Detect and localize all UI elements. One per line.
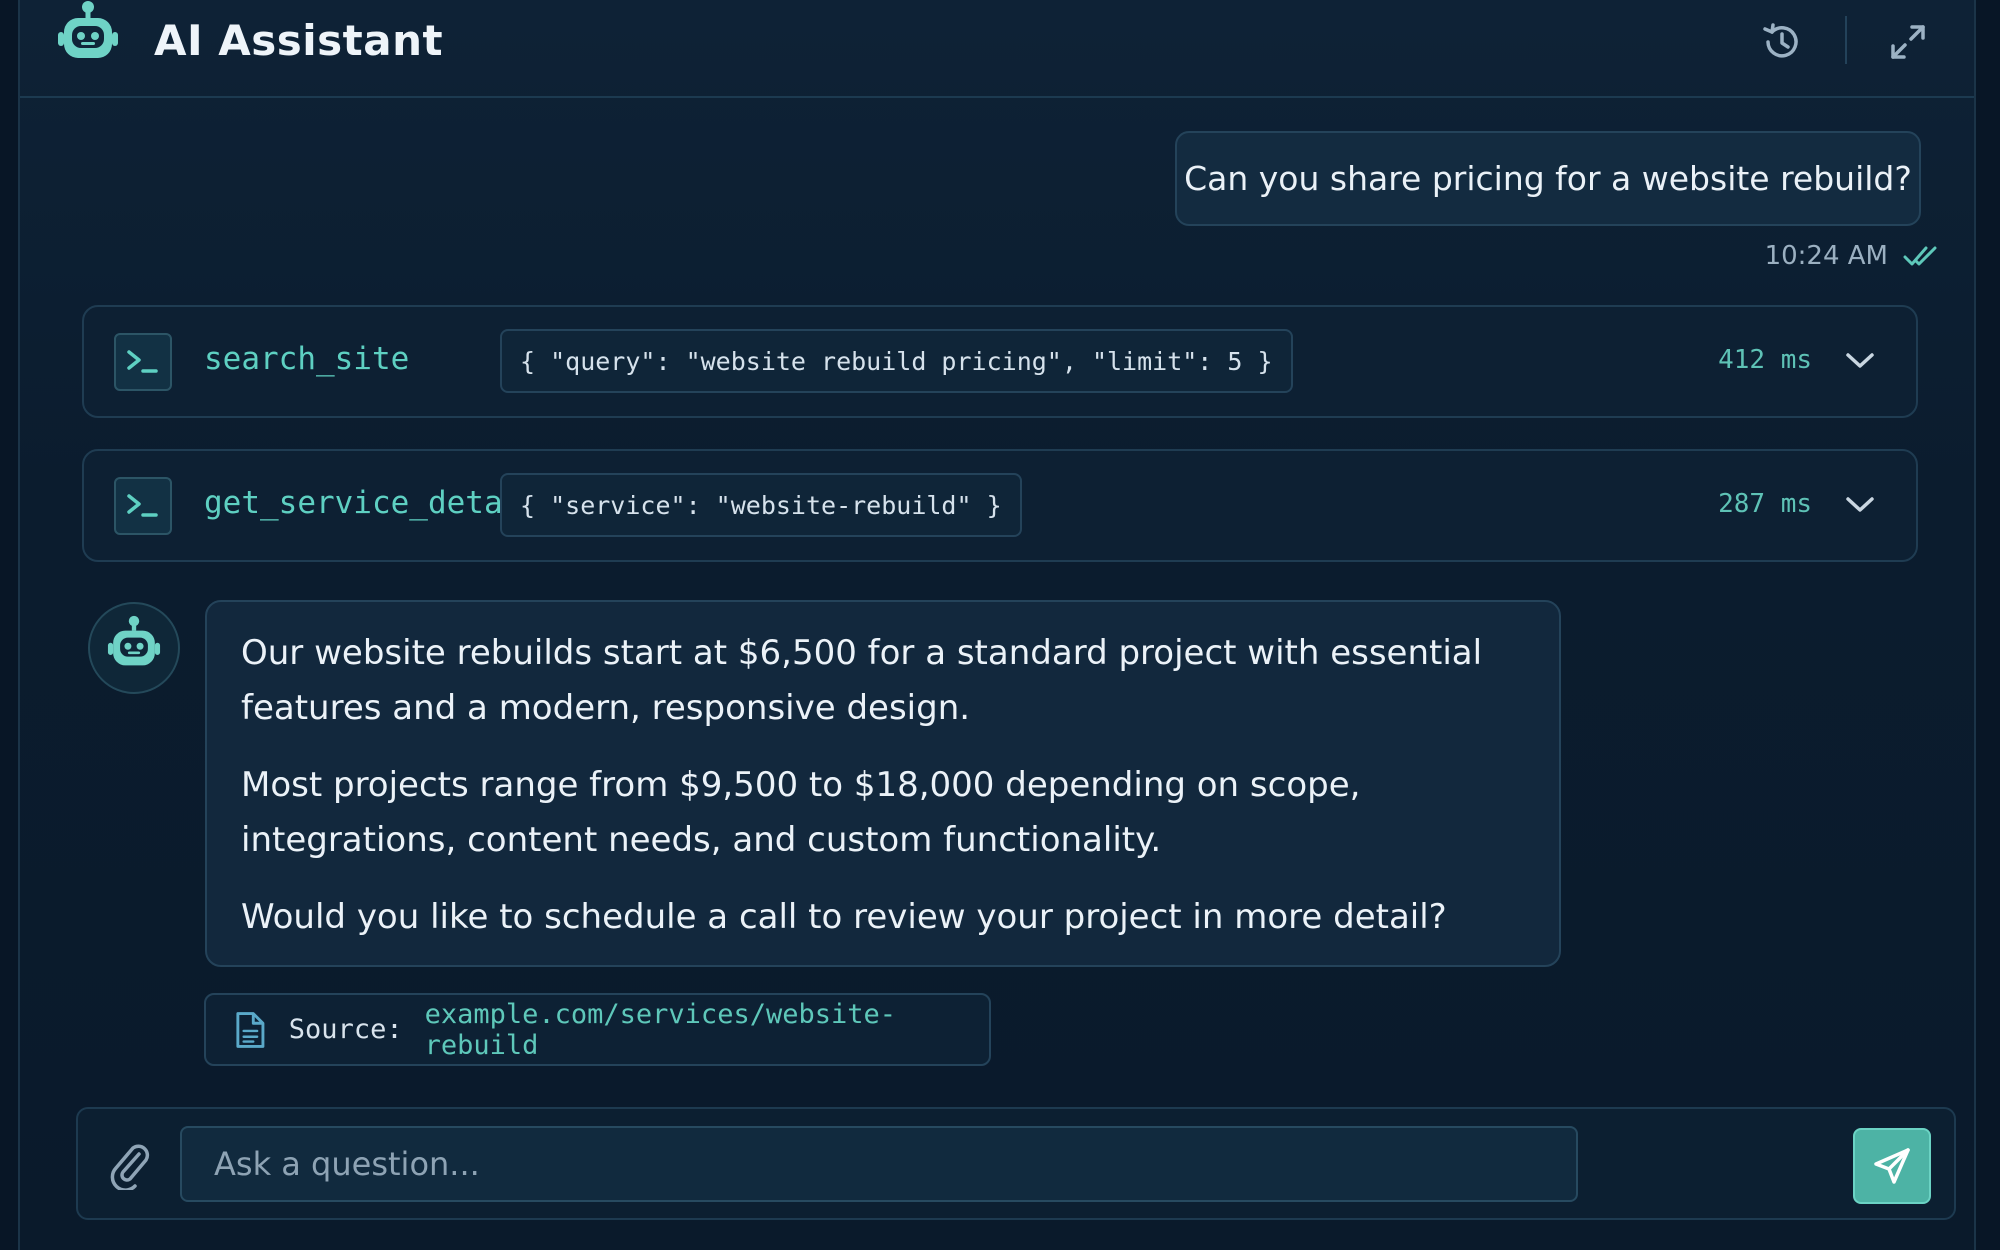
- header-divider: [1845, 16, 1847, 64]
- source-link[interactable]: example.com/services/website-rebuild: [425, 999, 989, 1061]
- expand-button[interactable]: [1880, 14, 1936, 70]
- double-check-icon: [1903, 246, 1937, 266]
- composer: [76, 1107, 1956, 1220]
- expand-tool-button[interactable]: [1838, 339, 1882, 383]
- user-message-bubble: Can you share pricing for a website rebu…: [1175, 131, 1921, 226]
- chevron-down-icon: [1846, 497, 1874, 512]
- assistant-message-bubble: Our website rebuilds start at $6,500 for…: [205, 600, 1561, 967]
- tool-args: { "service": "website-rebuild" }: [500, 473, 1022, 537]
- assistant-paragraph: Would you like to schedule a call to rev…: [241, 897, 1447, 937]
- chat-window: AI Assistant Can you share pricing for a…: [18, 0, 1976, 1250]
- send-button[interactable]: [1853, 1128, 1931, 1204]
- paperclip-icon: [110, 1144, 150, 1190]
- assistant-avatar: [88, 602, 180, 694]
- tool-duration: 287 ms: [1718, 489, 1812, 519]
- expand-icon: [1891, 25, 1925, 59]
- send-icon: [1874, 1148, 1910, 1184]
- tool-call-row[interactable]: get_service_details { "service": "websit…: [82, 449, 1918, 562]
- terminal-icon: [114, 477, 172, 535]
- tool-name: search_site: [204, 341, 410, 377]
- expand-tool-button[interactable]: [1838, 483, 1882, 527]
- history-icon: [1763, 23, 1798, 58]
- chevron-down-icon: [1846, 353, 1874, 368]
- source-chip[interactable]: Source: example.com/services/website-reb…: [204, 993, 991, 1066]
- tool-duration: 412 ms: [1718, 345, 1812, 375]
- assistant-paragraph: Our website rebuilds start at $6,500 for…: [241, 633, 1483, 728]
- chat-input[interactable]: [180, 1126, 1578, 1202]
- document-icon: [236, 1011, 265, 1048]
- user-message-text: Can you share pricing for a website rebu…: [1184, 159, 1912, 198]
- robot-icon: [107, 615, 161, 666]
- tool-call-row[interactable]: search_site { "query": "website rebuild …: [82, 305, 1918, 418]
- header: AI Assistant: [20, 0, 1974, 98]
- history-button[interactable]: [1754, 14, 1810, 70]
- tool-args: { "query": "website rebuild pricing", "l…: [500, 329, 1293, 393]
- source-label: Source:: [288, 1014, 403, 1045]
- attach-button[interactable]: [102, 1137, 158, 1193]
- assistant-paragraph: Most projects range from $9,500 to $18,0…: [241, 765, 1361, 860]
- terminal-icon: [114, 333, 172, 391]
- user-message-meta: 10:24 AM: [1710, 238, 1940, 274]
- robot-icon: [58, 1, 118, 58]
- message-timestamp: 10:24 AM: [1764, 241, 1888, 271]
- app-title: AI Assistant: [154, 16, 444, 65]
